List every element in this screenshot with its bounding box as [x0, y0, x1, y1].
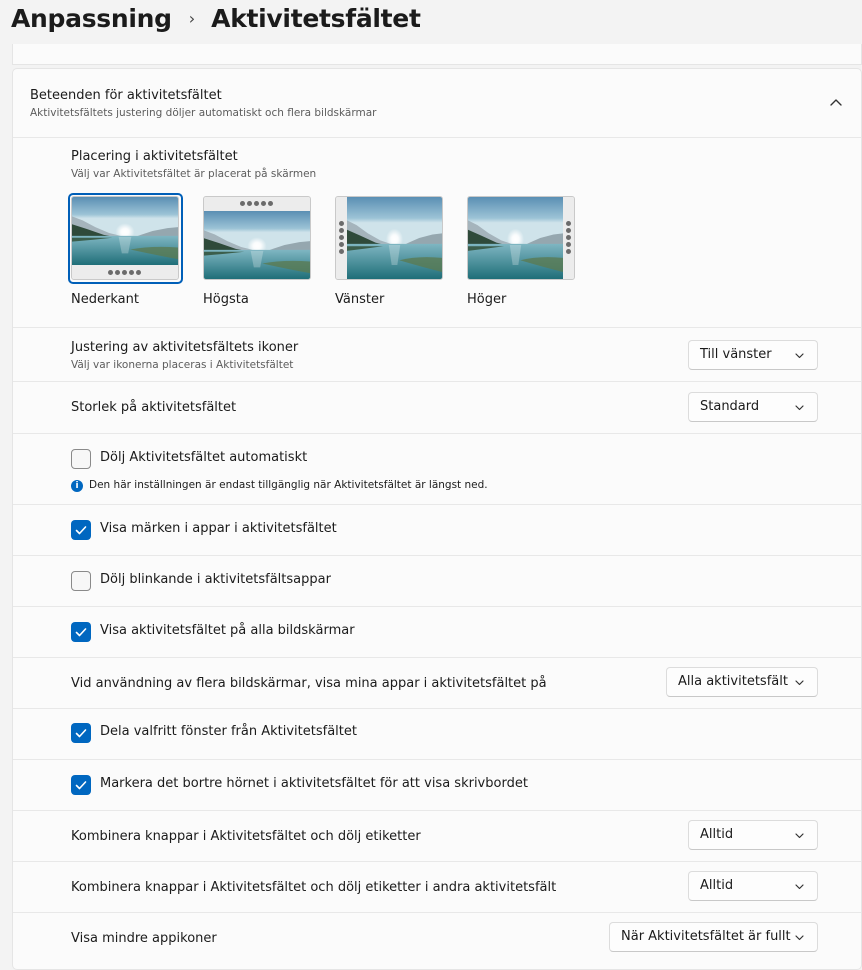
size-value: Standard	[700, 399, 760, 414]
wallpaper-preview	[347, 197, 442, 279]
previous-card-partial	[12, 44, 862, 65]
chevron-down-icon	[795, 405, 804, 411]
share-window-label: Dela valfritt fönster från Aktivitetsfäl…	[100, 724, 357, 739]
multi-display-row: Vid användning av flera bildskärmar, vis…	[13, 658, 861, 709]
taskbar-icons	[240, 201, 273, 206]
autohide-checkbox[interactable]	[71, 449, 91, 469]
small-icons-label: Visa mindre appikoner	[71, 931, 217, 946]
multi-display-value: Alla aktivitetsfält	[678, 674, 788, 689]
combine-other-row: Kombinera knappar i Aktivitetsfältet och…	[13, 862, 861, 913]
all-displays-label: Visa aktivitetsfältet på alla bildskärma…	[100, 623, 355, 638]
alignment-value: Till vänster	[700, 347, 772, 362]
combine-value: Alltid	[700, 827, 734, 842]
all-displays-row: Visa aktivitetsfältet på alla bildskärma…	[13, 607, 861, 658]
alignment-subtitle: Välj var ikonerna placeras i Aktivitetsf…	[71, 359, 294, 371]
placement-label-bottom: Nederkant	[71, 292, 139, 307]
combine-other-value: Alltid	[700, 878, 734, 893]
placement-subtitle: Välj var Aktivitetsfältet är placerat på…	[71, 168, 317, 180]
checkmark-icon	[75, 729, 87, 738]
autohide-info: Den här inställningen är endast tillgäng…	[89, 479, 488, 491]
info-icon: i	[71, 480, 83, 492]
combine-label: Kombinera knappar i Aktivitetsfältet och…	[71, 829, 421, 844]
chevron-down-icon	[795, 353, 804, 359]
flashing-row: Dölj blinkande i aktivitetsfältsappar	[13, 556, 861, 607]
alignment-row: Justering av aktivitetsfältets ikoner Vä…	[13, 328, 861, 382]
chevron-down-icon	[795, 833, 804, 839]
section-subtitle: Aktivitetsfältets justering döljer autom…	[30, 107, 377, 119]
chevron-down-icon	[795, 680, 804, 686]
placement-option-right[interactable]	[467, 196, 575, 280]
checkmark-icon	[75, 628, 87, 637]
combine-other-label: Kombinera knappar i Aktivitetsfältet och…	[71, 880, 557, 895]
autohide-row: Dölj Aktivitetsfältet automatiskt	[13, 434, 861, 505]
flashing-checkbox[interactable]	[71, 571, 91, 591]
taskbar-icons	[566, 221, 571, 254]
size-row: Storlek på aktivitetsfältet Standard	[13, 382, 861, 434]
placement-label-top: Högsta	[203, 292, 249, 307]
taskbar-icons	[108, 270, 141, 275]
checkmark-icon	[75, 526, 87, 535]
flashing-label: Dölj blinkande i aktivitetsfältsappar	[100, 572, 331, 587]
breadcrumb: Anpassning › Aktivitetsfältet	[11, 0, 421, 36]
wallpaper-preview	[204, 211, 310, 279]
taskbar-icons	[339, 221, 344, 254]
badges-label: Visa märken i appar i aktivitetsfältet	[100, 521, 337, 536]
breadcrumb-separator-icon: ›	[188, 8, 196, 28]
far-corner-label: Markera det bortre hörnet i aktivitetsfä…	[100, 776, 528, 791]
far-corner-checkbox[interactable]	[71, 775, 91, 795]
alignment-dropdown[interactable]: Till vänster	[688, 340, 818, 370]
badges-checkbox[interactable]	[71, 520, 91, 540]
all-displays-checkbox[interactable]	[71, 622, 91, 642]
breadcrumb-parent[interactable]: Anpassning	[11, 4, 172, 33]
multi-display-dropdown[interactable]: Alla aktivitetsfält	[666, 667, 818, 697]
small-icons-value: När Aktivitetsfältet är fullt	[621, 929, 791, 944]
size-dropdown[interactable]: Standard	[688, 392, 818, 422]
wallpaper-preview	[72, 197, 178, 265]
small-icons-dropdown[interactable]: När Aktivitetsfältet är fullt	[609, 922, 818, 952]
chevron-up-icon[interactable]	[829, 95, 843, 109]
badges-row: Visa märken i appar i aktivitetsfältet	[13, 505, 861, 556]
multi-display-label: Vid användning av flera bildskärmar, vis…	[71, 676, 547, 691]
autohide-label: Dölj Aktivitetsfältet automatiskt	[100, 450, 308, 465]
combine-dropdown[interactable]: Alltid	[688, 820, 818, 850]
placement-option-top[interactable]	[203, 196, 311, 280]
size-label: Storlek på aktivitetsfältet	[71, 400, 237, 415]
share-window-row: Dela valfritt fönster från Aktivitetsfäl…	[13, 709, 861, 760]
combine-other-dropdown[interactable]: Alltid	[688, 871, 818, 901]
placement-option-bottom[interactable]	[71, 196, 179, 280]
placement-label-right: Höger	[467, 292, 507, 307]
placement-option-left[interactable]	[335, 196, 443, 280]
section-title: Beteenden för aktivitetsfältet	[30, 88, 222, 103]
alignment-label: Justering av aktivitetsfältets ikoner	[71, 340, 299, 355]
far-corner-row: Markera det bortre hörnet i aktivitetsfä…	[13, 760, 861, 811]
checkmark-icon	[75, 781, 87, 790]
wallpaper-preview	[468, 197, 563, 279]
taskbar-behaviors-header[interactable]: Beteenden för aktivitetsfältet Aktivitet…	[13, 69, 861, 138]
page-title: Aktivitetsfältet	[211, 3, 421, 33]
chevron-down-icon	[795, 935, 804, 941]
taskbar-behaviors-card: Beteenden för aktivitetsfältet Aktivitet…	[12, 68, 862, 970]
chevron-down-icon	[795, 884, 804, 890]
placement-label-left: Vänster	[335, 292, 385, 307]
share-window-checkbox[interactable]	[71, 723, 91, 743]
placement-title: Placering i aktivitetsfältet	[71, 149, 238, 164]
combine-row: Kombinera knappar i Aktivitetsfältet och…	[13, 811, 861, 862]
